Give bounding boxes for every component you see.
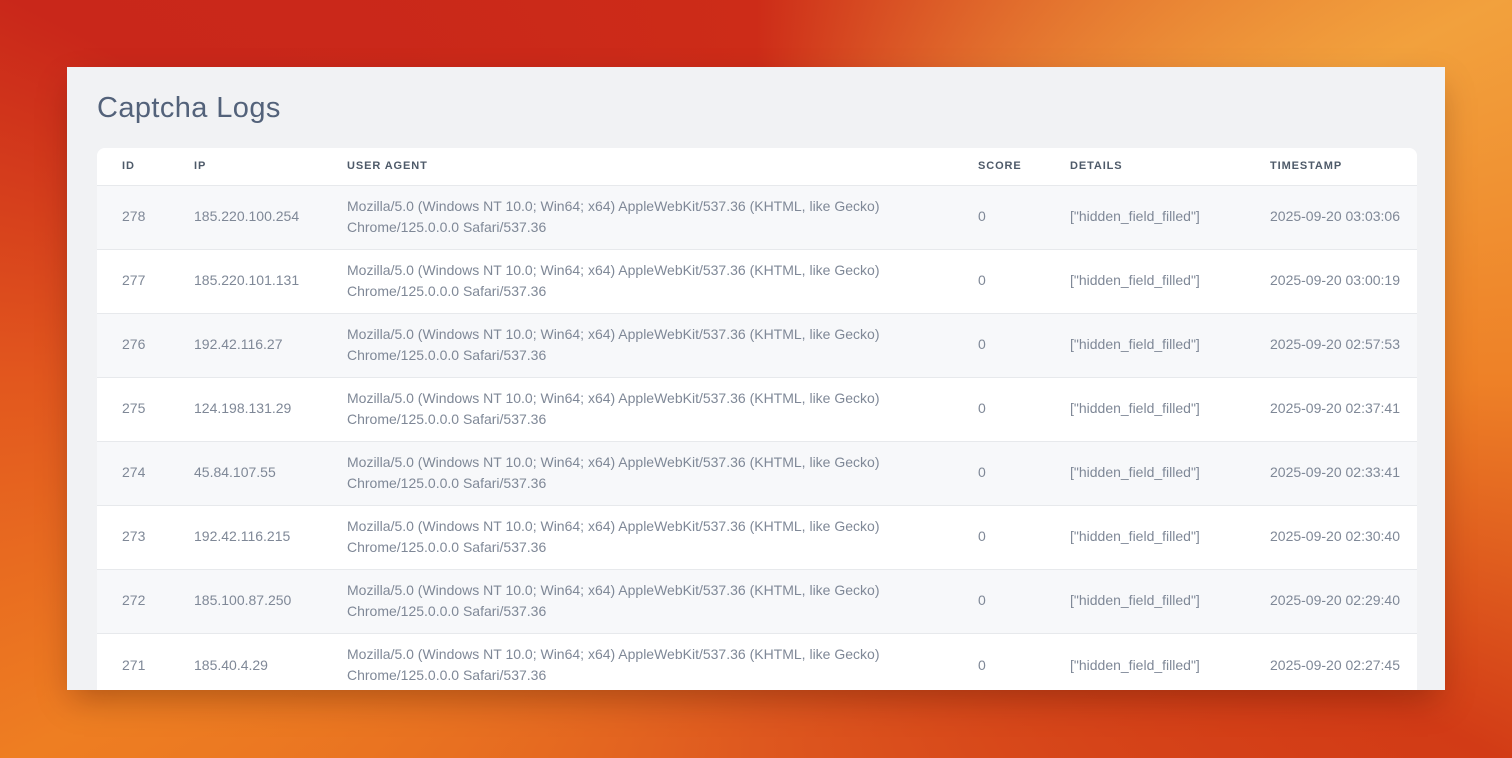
cell-ip: 192.42.116.27 bbox=[178, 313, 331, 377]
cell-score: 0 bbox=[962, 505, 1054, 569]
cell-id: 271 bbox=[97, 633, 178, 690]
cell-user-agent: Mozilla/5.0 (Windows NT 10.0; Win64; x64… bbox=[331, 633, 962, 690]
cell-id: 274 bbox=[97, 441, 178, 505]
table-row: 273 192.42.116.215 Mozilla/5.0 (Windows … bbox=[97, 505, 1417, 569]
cell-timestamp: 2025-09-20 02:29:40 bbox=[1254, 569, 1417, 633]
column-header-user-agent: USER AGENT bbox=[331, 148, 962, 185]
cell-score: 0 bbox=[962, 569, 1054, 633]
cell-user-agent: Mozilla/5.0 (Windows NT 10.0; Win64; x64… bbox=[331, 313, 962, 377]
table-body: 278 185.220.100.254 Mozilla/5.0 (Windows… bbox=[97, 185, 1417, 690]
desktop-background: Captcha Logs ID IP USER AGENT SCORE bbox=[0, 0, 1512, 758]
cell-details: ["hidden_field_filled"] bbox=[1054, 185, 1254, 249]
column-header-ip: IP bbox=[178, 148, 331, 185]
cell-ip: 185.100.87.250 bbox=[178, 569, 331, 633]
column-header-timestamp: TIMESTAMP bbox=[1254, 148, 1417, 185]
cell-user-agent: Mozilla/5.0 (Windows NT 10.0; Win64; x64… bbox=[331, 505, 962, 569]
cell-id: 277 bbox=[97, 249, 178, 313]
cell-details: ["hidden_field_filled"] bbox=[1054, 313, 1254, 377]
cell-score: 0 bbox=[962, 633, 1054, 690]
cell-ip: 185.220.101.131 bbox=[178, 249, 331, 313]
cell-score: 0 bbox=[962, 441, 1054, 505]
cell-ip: 45.84.107.55 bbox=[178, 441, 331, 505]
table-row: 271 185.40.4.29 Mozilla/5.0 (Windows NT … bbox=[97, 633, 1417, 690]
cell-details: ["hidden_field_filled"] bbox=[1054, 505, 1254, 569]
cell-user-agent: Mozilla/5.0 (Windows NT 10.0; Win64; x64… bbox=[331, 441, 962, 505]
captcha-logs-panel: Captcha Logs ID IP USER AGENT SCORE bbox=[67, 67, 1445, 690]
cell-ip: 192.42.116.215 bbox=[178, 505, 331, 569]
cell-user-agent: Mozilla/5.0 (Windows NT 10.0; Win64; x64… bbox=[331, 377, 962, 441]
cell-score: 0 bbox=[962, 185, 1054, 249]
cell-timestamp: 2025-09-20 03:03:06 bbox=[1254, 185, 1417, 249]
cell-user-agent: Mozilla/5.0 (Windows NT 10.0; Win64; x64… bbox=[331, 249, 962, 313]
cell-id: 275 bbox=[97, 377, 178, 441]
cell-user-agent: Mozilla/5.0 (Windows NT 10.0; Win64; x64… bbox=[331, 185, 962, 249]
cell-id: 272 bbox=[97, 569, 178, 633]
cell-score: 0 bbox=[962, 377, 1054, 441]
table-row: 275 124.198.131.29 Mozilla/5.0 (Windows … bbox=[97, 377, 1417, 441]
column-header-details: DETAILS bbox=[1054, 148, 1254, 185]
cell-timestamp: 2025-09-20 02:27:45 bbox=[1254, 633, 1417, 690]
cell-ip: 124.198.131.29 bbox=[178, 377, 331, 441]
cell-score: 0 bbox=[962, 249, 1054, 313]
table-row: 274 45.84.107.55 Mozilla/5.0 (Windows NT… bbox=[97, 441, 1417, 505]
table-row: 278 185.220.100.254 Mozilla/5.0 (Windows… bbox=[97, 185, 1417, 249]
logs-table-container: ID IP USER AGENT SCORE DETAILS TIMESTAMP… bbox=[97, 148, 1417, 690]
table-header-row: ID IP USER AGENT SCORE DETAILS TIMESTAMP bbox=[97, 148, 1417, 185]
cell-ip: 185.40.4.29 bbox=[178, 633, 331, 690]
page-title: Captcha Logs bbox=[67, 67, 1445, 148]
cell-ip: 185.220.100.254 bbox=[178, 185, 331, 249]
column-header-score: SCORE bbox=[962, 148, 1054, 185]
cell-timestamp: 2025-09-20 02:30:40 bbox=[1254, 505, 1417, 569]
cell-timestamp: 2025-09-20 02:57:53 bbox=[1254, 313, 1417, 377]
cell-score: 0 bbox=[962, 313, 1054, 377]
cell-id: 273 bbox=[97, 505, 178, 569]
cell-id: 276 bbox=[97, 313, 178, 377]
cell-timestamp: 2025-09-20 02:37:41 bbox=[1254, 377, 1417, 441]
table-row: 277 185.220.101.131 Mozilla/5.0 (Windows… bbox=[97, 249, 1417, 313]
cell-timestamp: 2025-09-20 03:00:19 bbox=[1254, 249, 1417, 313]
logs-table: ID IP USER AGENT SCORE DETAILS TIMESTAMP… bbox=[97, 148, 1417, 690]
table-row: 272 185.100.87.250 Mozilla/5.0 (Windows … bbox=[97, 569, 1417, 633]
cell-details: ["hidden_field_filled"] bbox=[1054, 569, 1254, 633]
cell-timestamp: 2025-09-20 02:33:41 bbox=[1254, 441, 1417, 505]
cell-details: ["hidden_field_filled"] bbox=[1054, 377, 1254, 441]
cell-user-agent: Mozilla/5.0 (Windows NT 10.0; Win64; x64… bbox=[331, 569, 962, 633]
cell-id: 278 bbox=[97, 185, 178, 249]
column-header-id: ID bbox=[97, 148, 178, 185]
cell-details: ["hidden_field_filled"] bbox=[1054, 249, 1254, 313]
cell-details: ["hidden_field_filled"] bbox=[1054, 441, 1254, 505]
table-row: 276 192.42.116.27 Mozilla/5.0 (Windows N… bbox=[97, 313, 1417, 377]
cell-details: ["hidden_field_filled"] bbox=[1054, 633, 1254, 690]
